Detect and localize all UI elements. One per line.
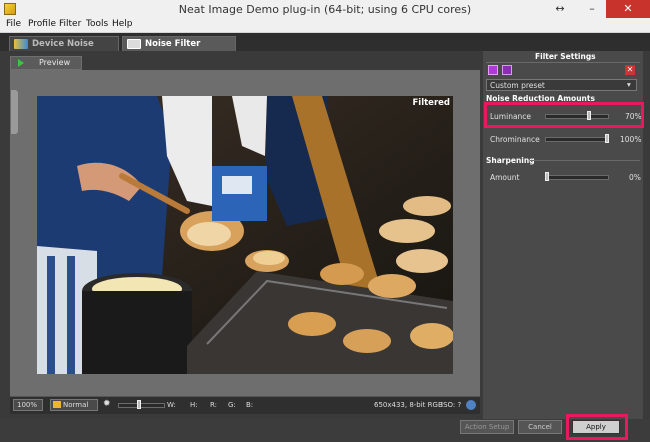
brightness-slider[interactable]	[118, 403, 165, 408]
chrominance-slider-knob[interactable]	[605, 134, 609, 143]
status-bar: 100% Normal ✹ W: H: R: G: B: 650x433, 8-…	[10, 396, 480, 414]
blue-label: B:	[246, 401, 254, 409]
chrominance-value: 100%	[620, 135, 642, 144]
view-mode-select[interactable]: Normal	[50, 399, 98, 411]
divider	[530, 160, 640, 161]
device-profile-icon	[14, 39, 28, 49]
title-bar: Neat Image Demo plug-in (64-bit; using 6…	[0, 0, 650, 18]
info-icon[interactable]	[466, 400, 476, 410]
preview-tab[interactable]: Preview	[10, 56, 82, 70]
luminance-highlight	[484, 102, 644, 128]
filtered-label: Filtered	[412, 98, 450, 108]
preview-image[interactable]: Filtered	[37, 96, 453, 374]
folder-icon	[53, 401, 61, 408]
chrominance-label: Chrominance	[490, 135, 540, 144]
image-info: 650x433, 8-bit RGB	[374, 401, 443, 409]
amount-label: Amount	[490, 173, 520, 182]
menu-filter[interactable]: Filter	[59, 19, 81, 29]
filter-settings-icon	[127, 39, 141, 49]
green-label: G:	[228, 401, 236, 409]
sharpening-title: Sharpening	[486, 156, 535, 165]
preset-select[interactable]: Custom preset ▾	[486, 79, 637, 91]
close-button[interactable]: ✕	[606, 0, 650, 18]
red-label: R:	[210, 401, 218, 409]
zoom-select[interactable]: 100%	[13, 399, 43, 411]
menu-file[interactable]: File	[6, 19, 21, 29]
preset-value: Custom preset	[490, 81, 545, 90]
view-mode-value: Normal	[63, 401, 89, 409]
amount-slider[interactable]	[545, 175, 609, 180]
height-label: H:	[190, 401, 198, 409]
chrominance-slider[interactable]	[545, 137, 609, 142]
action-setup-button[interactable]: Action Setup	[460, 420, 514, 434]
preview-tab-label: Preview	[39, 58, 71, 67]
brightness-slider-knob[interactable]	[137, 400, 141, 409]
cancel-button[interactable]: Cancel	[518, 420, 562, 434]
resize-icon[interactable]: ↔	[545, 0, 575, 18]
delete-preset-icon[interactable]: ✕	[625, 65, 635, 75]
play-icon	[18, 59, 24, 67]
divider	[486, 62, 640, 63]
menu-profile[interactable]: Profile	[28, 19, 56, 29]
side-panel-handle[interactable]	[11, 90, 18, 134]
tab-noise-filter-settings[interactable]: Noise Filter Settings	[122, 36, 236, 63]
zoom-value: 100%	[17, 401, 38, 409]
tab-device-noise-profile[interactable]: Device Noise Profile	[9, 36, 119, 63]
save-preset-icon[interactable]	[502, 65, 512, 75]
minimize-button[interactable]: –	[578, 0, 606, 18]
tab-strip: Device Noise Profile Noise Filter Settin…	[0, 33, 650, 63]
amount-value: 0%	[629, 173, 641, 182]
menu-tools[interactable]: Tools	[86, 19, 108, 29]
filter-settings-title: Filter Settings	[535, 52, 596, 61]
apply-highlight	[566, 414, 628, 440]
iso-info: ISO: ?	[441, 401, 462, 409]
menu-help[interactable]: Help	[112, 19, 133, 29]
menu-bar: File Profile Filter Tools Help	[0, 18, 650, 33]
chevron-down-icon: ▾	[627, 80, 631, 89]
brightness-icon[interactable]: ✹	[103, 399, 111, 409]
width-label: W:	[167, 401, 176, 409]
photo-illustration	[37, 96, 453, 374]
open-preset-icon[interactable]	[488, 65, 498, 75]
amount-slider-knob[interactable]	[545, 172, 549, 181]
